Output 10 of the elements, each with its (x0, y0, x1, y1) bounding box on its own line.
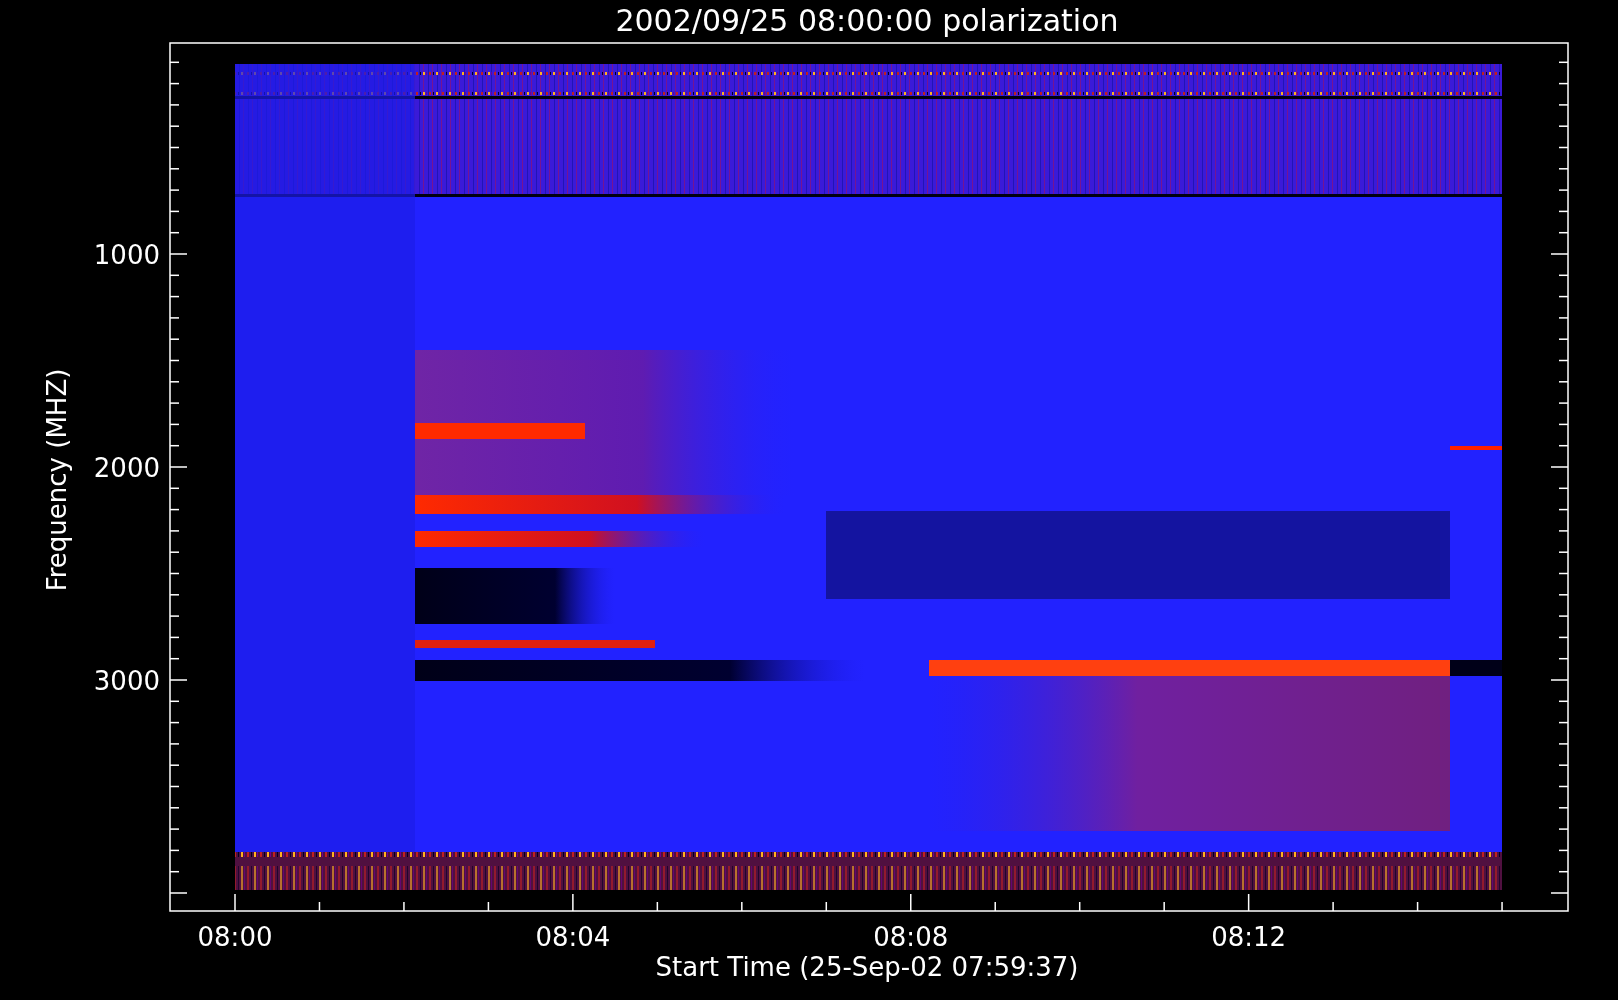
axis-label: Start Time (25-Sep-02 07:59:37) (655, 952, 1079, 982)
axis-tick-label: 3000 (93, 666, 160, 696)
axis-tick-label: 1000 (93, 240, 160, 270)
axis-tick-label: 2000 (93, 453, 160, 483)
axis-label: Frequency (MHZ) (42, 368, 72, 592)
plot-title: 2002/09/25 08:00:00 polarization (615, 3, 1119, 38)
axis-tick-label: 08:04 (535, 922, 611, 952)
axis-tick-label: 08:00 (197, 922, 273, 952)
axis-tick-label: 08:12 (1211, 922, 1287, 952)
axis-tick-label: 08:08 (873, 922, 949, 952)
